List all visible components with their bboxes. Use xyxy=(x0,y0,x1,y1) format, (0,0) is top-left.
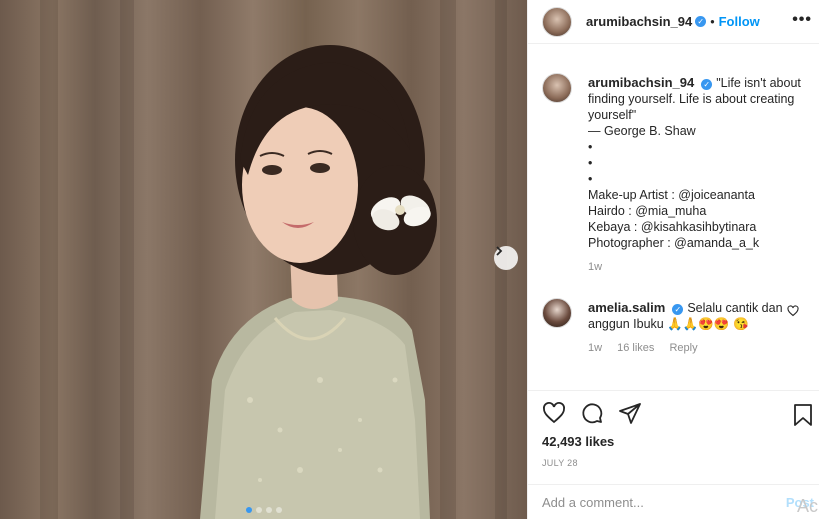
caption-username[interactable]: arumibachsin_94 xyxy=(588,75,694,90)
caption-line: Make-up Artist : @joiceananta xyxy=(588,188,755,202)
avatar[interactable] xyxy=(542,73,572,103)
next-slide-button[interactable] xyxy=(494,246,518,270)
caption-line: Kebaya : @kisahkasihbytinara xyxy=(588,220,757,234)
caption: arumibachsin_94 ✓ "Life isn't about findin… xyxy=(588,75,812,275)
activation-watermark: Ac xyxy=(796,496,818,516)
reply-button[interactable]: Reply xyxy=(669,342,697,354)
post-author-username[interactable]: arumibachsin_94 xyxy=(586,14,692,29)
comment-row: amelia.salim ✓ Selalu cantik dan anggun Ib… xyxy=(542,285,819,356)
comment-likes[interactable]: 16 likes xyxy=(617,342,654,354)
caption-line: • xyxy=(588,156,593,170)
post-details-panel: arumibachsin_94 ✓ • Follow ••• arumibach… xyxy=(527,0,819,519)
verified-badge-icon: ✓ xyxy=(672,304,684,315)
caption-line: — George B. Shaw xyxy=(588,124,696,138)
post-photo[interactable] xyxy=(0,0,527,519)
like-heart-icon[interactable] xyxy=(542,401,566,425)
portrait-illustration xyxy=(40,0,507,519)
avatar[interactable] xyxy=(542,6,572,37)
action-icons xyxy=(542,401,806,425)
verified-badge-icon: ✓ xyxy=(695,16,707,27)
add-comment-input[interactable] xyxy=(542,494,772,510)
caption-line: Hairdo : @mia_muha xyxy=(588,204,707,218)
caption-row: arumibachsin_94 ✓ "Life isn't about findin… xyxy=(542,60,819,275)
like-comment-heart-icon[interactable] xyxy=(787,305,799,317)
comment-time[interactable]: 1w xyxy=(588,342,602,354)
post-header: arumibachsin_94 ✓ • Follow ••• xyxy=(528,0,819,44)
more-options-button[interactable]: ••• xyxy=(792,12,812,28)
add-comment-bar: Post Ac xyxy=(528,484,819,519)
comments-section: arumibachsin_94 ✓ "Life isn't about findin… xyxy=(528,60,819,390)
comment-bubble-icon[interactable] xyxy=(580,401,604,425)
carousel-dot xyxy=(245,507,252,513)
share-paper-plane-icon[interactable] xyxy=(618,401,642,425)
carousel-dot xyxy=(255,507,262,513)
caption-time[interactable]: 1w xyxy=(588,261,602,273)
comment-meta: 1w 16 likes Reply xyxy=(588,340,812,356)
caption-line: • xyxy=(588,172,593,186)
caption-line: • xyxy=(588,140,593,154)
caption-meta: 1w xyxy=(588,259,812,275)
separator: • xyxy=(710,14,715,29)
carousel-dots xyxy=(0,507,527,513)
comment-username[interactable]: amelia.salim xyxy=(588,300,665,315)
post-date[interactable]: JULY 28 xyxy=(542,458,806,468)
verified-badge-icon: ✓ xyxy=(701,79,713,90)
chevron-right-icon xyxy=(496,246,503,256)
bookmark-icon[interactable] xyxy=(792,403,814,427)
carousel-dot xyxy=(265,507,272,513)
likes-count[interactable]: 42,493 likes xyxy=(542,434,806,449)
post-actions: 42,493 likes JULY 28 xyxy=(528,390,819,468)
comment: amelia.salim ✓ Selalu cantik dan anggun Ib… xyxy=(588,300,812,356)
avatar[interactable] xyxy=(542,298,572,328)
follow-button[interactable]: Follow xyxy=(719,14,760,29)
carousel-dot xyxy=(275,507,282,513)
caption-line: Photographer : @amanda_a_k xyxy=(588,236,760,250)
